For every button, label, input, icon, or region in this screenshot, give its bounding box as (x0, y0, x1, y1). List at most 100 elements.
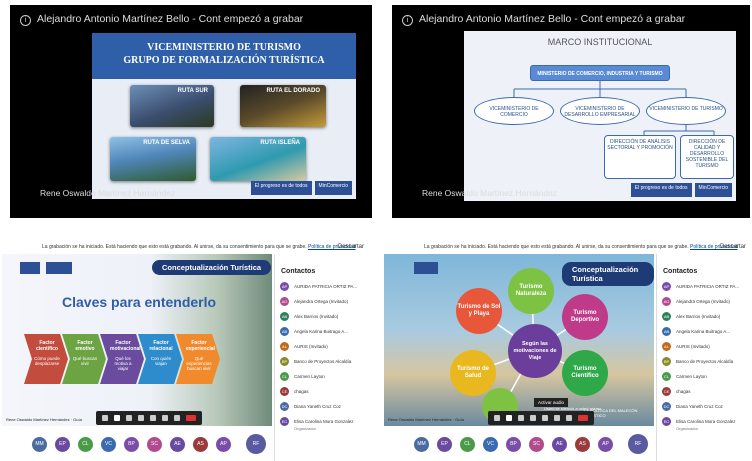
participant-avatar[interactable]: AE (170, 437, 185, 452)
video-panel-tourism-routes: i Alejandro Antonio Martínez Bello - Cont… (10, 5, 372, 218)
participant-avatar[interactable]: AS (193, 437, 208, 452)
dismiss-button[interactable]: Descartar (720, 240, 746, 254)
hangup-button[interactable] (186, 415, 196, 421)
share-icon[interactable] (150, 415, 156, 421)
meeting-toolbar (488, 411, 594, 425)
participant-avatar[interactable]: SC (529, 437, 544, 452)
contact-name: Banco de Proyectos Alcaldía (294, 359, 352, 364)
presenter-caption: Rene Oswaldo Martínez Hernández · Guía (6, 417, 82, 422)
bubble-deportivo: Turismo Deportivo (562, 294, 608, 340)
contact-item[interactable]: AL AURIS (Invitado) (657, 339, 752, 354)
avatar: CE (662, 387, 671, 396)
participant-avatar[interactable]: MM (32, 437, 47, 452)
contact-item[interactable]: CL Carmen Layton (657, 369, 752, 384)
avatar: AP (662, 282, 671, 291)
more-icon[interactable] (530, 415, 536, 421)
participant-avatar[interactable]: BP (124, 437, 139, 452)
avatar: CL (280, 372, 289, 381)
participant-avatar[interactable]: RF (246, 434, 266, 454)
participant-avatar[interactable]: AP (598, 437, 613, 452)
participant-avatar[interactable]: RF (628, 434, 648, 454)
mic-icon[interactable] (506, 415, 512, 421)
contacts-panel: Contactos AP AURIDA PATRICIA ORTIZ PA... A… (656, 254, 752, 461)
contact-item[interactable]: AB Alex Barrios (Invitado) (657, 309, 752, 324)
contact-item[interactable]: DC Diana Yaneth Cruz Coz (275, 399, 370, 414)
hangup-button[interactable] (578, 415, 588, 421)
logo-mincomercio: MinComercio (694, 183, 732, 197)
avatar: BP (280, 357, 289, 366)
avatar: AB (662, 312, 671, 321)
contact-item[interactable]: AO Alejandra Ortega (Invitado) (275, 294, 370, 309)
participant-avatar[interactable]: SC (147, 437, 162, 452)
contact-item[interactable]: BP Banco de Proyectos Alcaldía (275, 354, 370, 369)
contact-item[interactable]: AL AURIS (Invitado) (275, 339, 370, 354)
participant-avatar[interactable]: VC (483, 437, 498, 452)
route-label: RUTA DE SELVA (143, 140, 190, 146)
org-node-vice-comercio: VICEMINISTERIO DE COMERCIO (474, 97, 554, 125)
avatar: DC (662, 402, 671, 411)
camera-icon[interactable] (518, 415, 524, 421)
info-icon[interactable]: i (402, 15, 413, 26)
camera-icon[interactable] (126, 415, 132, 421)
contact-name: Angela Karina Buitrago A... (676, 329, 731, 334)
contact-item[interactable]: BP Banco de Proyectos Alcaldía (657, 354, 752, 369)
avatar: AO (280, 297, 289, 306)
contact-item[interactable]: AP AURIDA PATRICIA ORTIZ PA... (657, 279, 752, 294)
contact-item[interactable]: DC Diana Yaneth Cruz Coz (657, 399, 752, 414)
chat-icon[interactable] (174, 415, 180, 421)
teams-panel-claves: La grabación se ha iniciado. Está hacien… (2, 240, 370, 461)
shared-screen: Conceptualización Turística Claves para … (2, 254, 272, 426)
participant-avatar[interactable]: EP (437, 437, 452, 452)
contact-item[interactable]: AB Alex Barrios (Invitado) (275, 309, 370, 324)
contact-name: Alex Barrios (Invitado) (676, 314, 721, 319)
contact-name: Alejandra Ortega (Invitado) (676, 299, 731, 304)
claves-heading: Claves para entenderlo (62, 294, 217, 310)
contacts-title: Contactos (281, 268, 316, 275)
bubble-cientifico: Turismo Científico (562, 350, 608, 396)
avatar: AB (280, 312, 289, 321)
mic-icon[interactable] (114, 415, 120, 421)
org-node-calidad: DIRECCIÓN DE CALIDAD Y DESARROLLO SOSTEN… (680, 135, 734, 179)
avatar: DC (280, 402, 289, 411)
shared-slide: VICEMINISTERIO DE TURISMO GRUPO DE FORMA… (92, 33, 356, 199)
dismiss-button[interactable]: Descartar (338, 240, 364, 254)
participant-avatar[interactable]: AS (575, 437, 590, 452)
participants-bar: MM EP CL VC BP SC AE AS AP RF (384, 426, 654, 461)
more-icon[interactable] (138, 415, 144, 421)
share-icon[interactable] (542, 415, 548, 421)
participant-avatar[interactable]: AP (216, 437, 231, 452)
participant-avatar[interactable]: CL (460, 437, 475, 452)
avatar: EC (280, 417, 289, 426)
contact-item[interactable]: CL Carmen Layton (275, 369, 370, 384)
contacts-panel: Contactos AP AURIDA PATRICIA ORTIZ PA... A… (274, 254, 370, 461)
contact-item[interactable]: AB Angela Karina Buitrago A... (275, 324, 370, 339)
avatar: AB (280, 327, 289, 336)
chat-icon[interactable] (566, 415, 572, 421)
org-node-vice-desarrollo: VICEMINISTERIO DE DESARROLLO EMPRESARIAL (560, 97, 640, 125)
hand-icon[interactable] (162, 415, 168, 421)
hand-icon[interactable] (554, 415, 560, 421)
route-image-islena: RUTA ISLEÑA (210, 137, 306, 181)
contact-item[interactable]: AO Alejandra Ortega (Invitado) (657, 294, 752, 309)
factor-arrows: Factor científico Cómo puede desplazarse … (24, 334, 220, 384)
participant-avatar[interactable]: MM (414, 437, 429, 452)
contact-name: AURIDA PATRICIA ORTIZ PA... (676, 284, 740, 289)
route-image-eldorado: RUTA EL DORADO (240, 85, 326, 127)
contact-item[interactable]: AB Angela Karina Buitrago A... (657, 324, 752, 339)
contact-name: chagas (676, 389, 691, 394)
banner-text: La grabación se ha iniciado. Está hacien… (424, 244, 689, 250)
participant-avatar[interactable]: VC (101, 437, 116, 452)
slide-title-line1: VICEMINISTERIO DE TURISMO (147, 42, 301, 53)
contact-item[interactable]: AP AURIDA PATRICIA ORTIZ PA... (275, 279, 370, 294)
participant-avatar[interactable]: AE (552, 437, 567, 452)
participant-avatar[interactable]: CL (78, 437, 93, 452)
contact-name: Angela Karina Buitrago A... (294, 329, 349, 334)
participant-avatar[interactable]: EP (55, 437, 70, 452)
contact-name: chagas (294, 389, 309, 394)
participant-avatar[interactable]: BP (506, 437, 521, 452)
contact-item[interactable]: CE chagas (657, 384, 752, 399)
avatar: BP (662, 357, 671, 366)
mincomercio-logo (20, 262, 40, 274)
info-icon[interactable]: i (20, 15, 31, 26)
contact-item[interactable]: CE chagas (275, 384, 370, 399)
